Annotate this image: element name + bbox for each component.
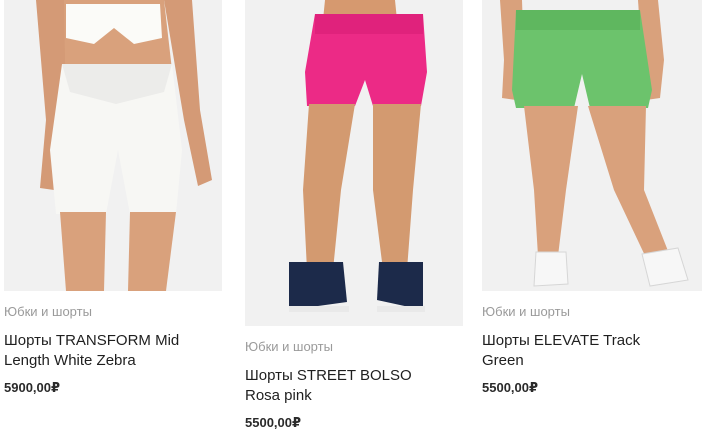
- product-card[interactable]: Юбки и шорты Шорты STREET BOLSO Rosa pin…: [245, 0, 463, 431]
- product-price: 5900,00₽: [4, 380, 61, 395]
- product-price: 5500,00₽: [245, 415, 302, 430]
- product-title[interactable]: Шорты ELEVATE Track Green: [482, 331, 702, 371]
- product-image[interactable]: [4, 0, 222, 291]
- product-price: 5500,00₽: [482, 380, 539, 395]
- product-image[interactable]: [245, 0, 463, 326]
- product-title[interactable]: Шорты STREET BOLSO Rosa pink: [245, 366, 463, 406]
- product-title-line[interactable]: Length White Zebra: [4, 351, 222, 371]
- product-title[interactable]: Шорты TRANSFORM Mid Length White Zebra: [4, 331, 222, 371]
- product-title-line[interactable]: Green: [482, 351, 702, 371]
- product-title-line[interactable]: Шорты STREET BOLSO: [245, 366, 463, 386]
- product-title-line[interactable]: Rosa pink: [245, 386, 463, 406]
- product-category[interactable]: Юбки и шорты: [482, 304, 702, 320]
- pink-shorts-illustration: [245, 0, 463, 326]
- product-image[interactable]: [482, 0, 702, 291]
- product-card[interactable]: Юбки и шорты Шорты ELEVATE Track Green 5…: [482, 0, 702, 396]
- product-category[interactable]: Юбки и шорты: [4, 304, 222, 320]
- product-card[interactable]: Юбки и шорты Шорты TRANSFORM Mid Length …: [4, 0, 222, 396]
- product-title-line[interactable]: Шорты TRANSFORM Mid: [4, 331, 222, 351]
- white-shorts-illustration: [4, 0, 222, 291]
- product-category[interactable]: Юбки и шорты: [245, 339, 463, 355]
- green-shorts-illustration: [482, 0, 702, 291]
- product-title-line[interactable]: Шорты ELEVATE Track: [482, 331, 702, 351]
